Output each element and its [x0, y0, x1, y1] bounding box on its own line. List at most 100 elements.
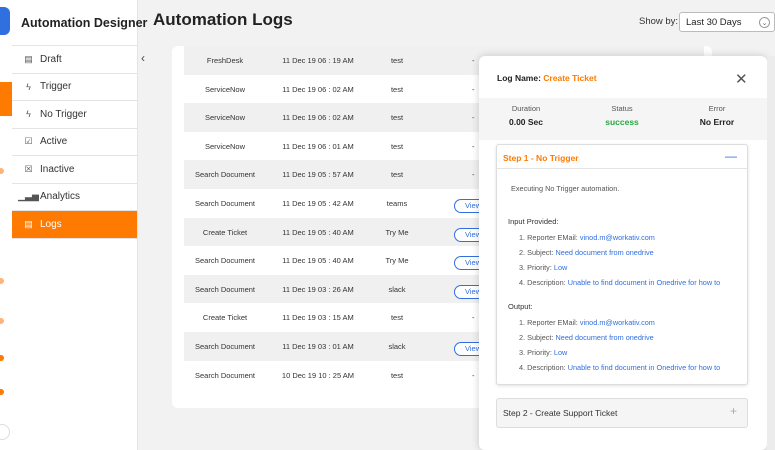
x-box-icon: ☒ — [24, 163, 33, 174]
rail-user-circle[interactable] — [0, 424, 10, 440]
output-item: 1. Reporter EMail: vinod.m@workativ.com — [519, 318, 655, 327]
item-key: Description: — [527, 363, 566, 372]
channel-cell: teams — [386, 199, 408, 208]
item-value: Unable to find document in Onedrive for … — [567, 278, 721, 287]
input-item: 3. Priority: Low — [519, 263, 567, 272]
action-cell: - — [472, 113, 475, 123]
rail-dot — [0, 168, 4, 174]
collapse-minus-icon[interactable]: — — [725, 149, 737, 163]
automation-name-cell: ServiceNow — [204, 84, 245, 94]
date-cell: 11 Dec 19 05 : 42 AM — [282, 199, 354, 208]
logs-icon: ▤ — [24, 218, 33, 229]
item-number: 4. — [519, 278, 526, 287]
sidebar-item-trigger[interactable]: ϟ Trigger — [12, 74, 137, 101]
item-number: 1. — [519, 318, 526, 327]
rail-dot — [0, 318, 4, 324]
sidebar-item-label: Active — [40, 136, 68, 148]
scrollbar[interactable] — [767, 56, 775, 450]
collapse-sidebar-icon[interactable]: ‹ — [141, 51, 145, 65]
sidebar-item-analytics[interactable]: ▁▃▅ Analytics — [12, 184, 137, 211]
date-range-value: Last 30 Days — [686, 17, 742, 28]
action-cell: - — [472, 370, 475, 380]
channel-cell: test — [390, 56, 404, 65]
sidebar-item-no-trigger[interactable]: ϟ No Trigger — [12, 101, 137, 129]
close-icon[interactable]: ✕ — [735, 70, 748, 88]
date-cell: 11 Dec 19 05 : 40 AM — [282, 227, 354, 237]
date-cell: 11 Dec 19 03 : 26 AM — [282, 284, 354, 294]
sidebar-item-label: Inactive — [40, 163, 75, 175]
date-cell: 11 Dec 19 03 : 15 AM — [282, 313, 354, 323]
log-name-value: Create Ticket — [543, 73, 597, 83]
sidebar-item-inactive[interactable]: ☒ Inactive — [12, 156, 137, 184]
automation-name-cell: Search Document — [194, 256, 256, 266]
automation-name-cell: Create Ticket — [202, 227, 248, 237]
automation-name-cell: FreshDesk — [206, 56, 244, 65]
duration-value: 0.00 Sec — [508, 117, 544, 127]
bar-chart-icon: ▁▃▅ — [18, 191, 39, 202]
item-value: Need document from onedrive — [555, 248, 654, 257]
item-key: Subject: — [527, 333, 554, 342]
executing-text: Executing No Trigger automation. — [511, 184, 620, 193]
lightning-off-icon: ϟ — [26, 109, 31, 120]
item-number: 2. — [519, 333, 526, 342]
chevron-down-icon: ⌄ — [759, 17, 770, 28]
automation-name-cell: Search Document — [194, 342, 256, 351]
expand-plus-icon[interactable]: + — [730, 404, 737, 418]
draft-icon: ▤ — [24, 53, 33, 64]
date-range-select[interactable]: Last 30 Days ⌄ — [679, 12, 775, 32]
item-number: 2. — [519, 248, 526, 257]
step-1-card: Step 1 - No Trigger — Executing No Trigg… — [496, 144, 748, 385]
input-item: 1. Reporter EMail: vinod.m@workativ.com — [519, 233, 655, 242]
automation-name-cell: Search Document — [194, 170, 256, 180]
rail-dot — [0, 389, 4, 395]
status-value: success — [605, 117, 639, 127]
step-1-title: Step 1 - No Trigger — [503, 153, 579, 163]
date-cell: 11 Dec 19 03 : 01 AM — [282, 342, 354, 351]
sidebar-item-active[interactable]: ☑ Active — [12, 129, 137, 156]
channel-cell: test — [390, 170, 404, 180]
item-value: Low — [553, 263, 568, 272]
channel-cell: test — [390, 84, 404, 94]
page-title: Automation Logs — [153, 10, 293, 29]
rail-active-indicator — [0, 82, 12, 116]
error-value: No Error — [699, 117, 735, 127]
log-name-header: Log Name: Create Ticket — [497, 73, 597, 83]
automation-name-cell: Search Document — [194, 284, 256, 294]
output-item: 3. Priority: Low — [519, 348, 567, 357]
item-number: 3. — [519, 263, 526, 272]
date-cell: 11 Dec 19 06 : 19 AM — [282, 56, 354, 65]
sidebar-item-label: No Trigger — [40, 108, 87, 120]
rail-dot — [0, 355, 4, 361]
action-cell: - — [472, 56, 475, 65]
log-stats: Duration 0.00 Sec Status success Error N… — [479, 98, 767, 140]
sidebar-item-draft[interactable]: ▤ Draft — [12, 46, 137, 74]
item-value: vinod.m@workativ.com — [579, 233, 655, 242]
input-item: 2. Subject: Need document from onedrive — [519, 248, 654, 257]
date-cell: 11 Dec 19 05 : 40 AM — [282, 256, 354, 266]
channel-cell: slack — [388, 342, 406, 351]
item-key: Subject: — [527, 248, 554, 257]
rail-dot — [0, 278, 4, 284]
item-key: Reporter EMail: — [527, 318, 578, 327]
step-2-card[interactable]: Step 2 - Create Support Ticket + — [496, 398, 748, 428]
automation-name-cell: Search Document — [194, 199, 256, 208]
date-cell: 11 Dec 19 06 : 01 AM — [282, 141, 354, 151]
input-item: 4. Description: Unable to find document … — [519, 278, 720, 287]
log-detail-panel: Log Name: Create Ticket ✕ Duration 0.00 … — [479, 56, 767, 450]
automation-name-cell: ServiceNow — [204, 141, 245, 151]
automation-name-cell: Create Ticket — [202, 313, 248, 323]
output-label: Output: — [508, 302, 533, 311]
lightning-icon: ϟ — [26, 81, 31, 92]
sidebar-item-logs[interactable]: ▤ Logs — [12, 211, 137, 239]
action-cell: - — [472, 84, 475, 94]
date-cell: 11 Dec 19 06 : 02 AM — [282, 113, 354, 123]
app-logo[interactable] — [0, 7, 10, 35]
step-1-header[interactable]: Step 1 - No Trigger — — [497, 145, 747, 169]
item-key: Priority: — [527, 348, 552, 357]
item-number: 1. — [519, 233, 526, 242]
item-key: Priority: — [527, 263, 552, 272]
sidebar-item-label: Trigger — [40, 81, 72, 93]
channel-cell: test — [390, 113, 404, 123]
app-rail — [0, 0, 12, 450]
channel-cell: Try Me — [385, 227, 409, 237]
